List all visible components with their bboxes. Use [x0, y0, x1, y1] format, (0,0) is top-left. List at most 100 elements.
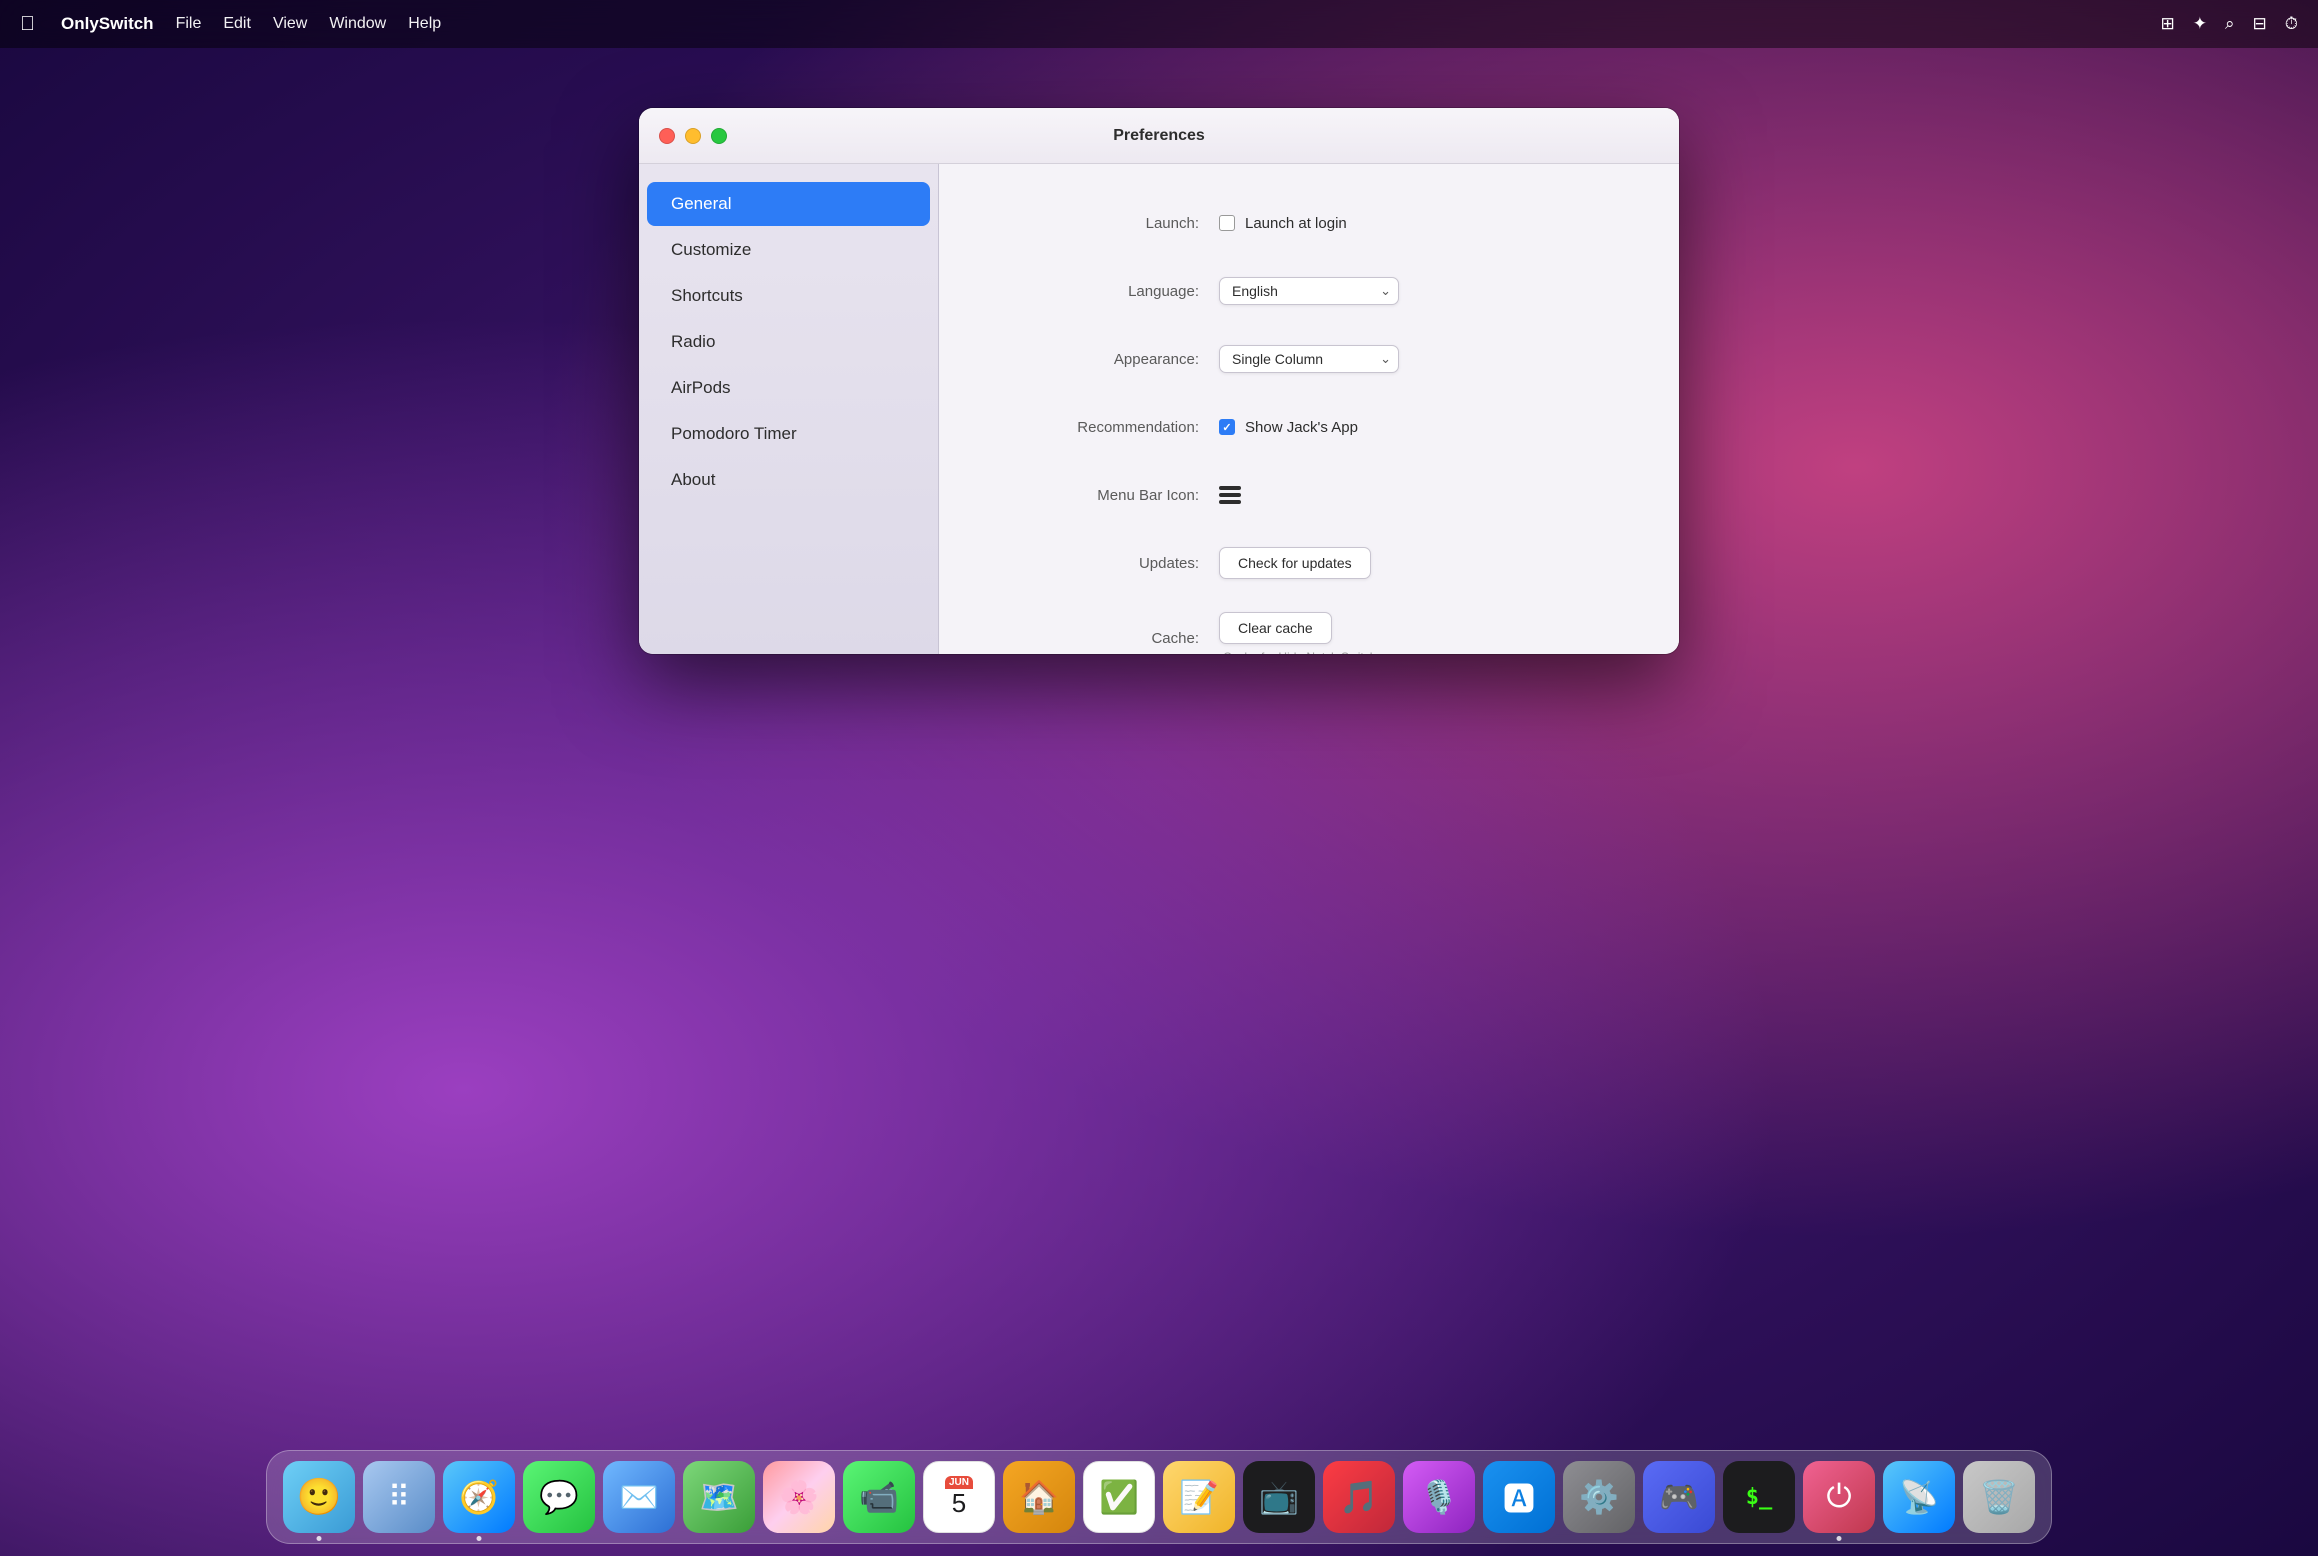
dock-icon-messages[interactable]: 💬 [523, 1461, 595, 1533]
menu-window[interactable]: Window [329, 15, 386, 33]
dock-icon-trash[interactable]: 🗑️ [1963, 1461, 2035, 1533]
dock-icon-facetime[interactable]: 📹 [843, 1461, 915, 1533]
language-select-wrapper: English Chinese French German Japanese K… [1219, 277, 1399, 305]
recommendation-checkbox[interactable] [1219, 419, 1235, 435]
sidebar-item-customize[interactable]: Customize [647, 228, 930, 272]
menubar-icon-bar-2 [1219, 493, 1241, 497]
dock-icon-calendar[interactable]: JUN 5 [923, 1461, 995, 1533]
cache-row: Cache: Clear cache Cache for Hide Notch … [999, 612, 1619, 654]
control-center-icon[interactable]: ⊞ [2160, 14, 2174, 34]
window-body: General Customize Shortcuts Radio AirPod… [639, 164, 1679, 654]
clock-icon: ⏱ [2285, 14, 2298, 34]
recommendation-row: Recommendation: Show Jack's App [999, 408, 1619, 446]
switches-icon[interactable]: ⊟ [2252, 14, 2266, 34]
finder-dot [317, 1536, 322, 1541]
menu-help[interactable]: Help [408, 15, 441, 33]
main-content: Launch: Launch at login Language: Englis… [939, 164, 1679, 654]
dock-icon-reminders[interactable]: ✅ [1083, 1461, 1155, 1533]
dock-icon-notes[interactable]: 📝 [1163, 1461, 1235, 1533]
launch-label: Launch: [999, 215, 1199, 232]
maximize-button[interactable] [711, 128, 727, 144]
dock: 🙂 ⠿ 🧭 💬 ✉️ 🗺️ 🌸 📹 JUN 5 🏠 ✅ [266, 1450, 2052, 1544]
dock-icon-systemprefs[interactable]: ⚙️ [1563, 1461, 1635, 1533]
language-row: Language: English Chinese French German … [999, 272, 1619, 310]
sidebar-item-about[interactable]: About [647, 458, 930, 502]
maps-icon: 🗺️ [699, 1478, 739, 1516]
dock-icon-maps[interactable]: 🗺️ [683, 1461, 755, 1533]
airdrop-icon: 📡 [1899, 1478, 1939, 1516]
menubar-icon-preview [1219, 486, 1241, 504]
sidebar-item-airpods[interactable]: AirPods [647, 366, 930, 410]
appearance-select-wrapper: Single Column Double Column ⌄ [1219, 345, 1399, 373]
recommendation-label: Recommendation: [999, 419, 1199, 436]
safari-icon: 🧭 [459, 1478, 499, 1516]
appletv-icon: 📺 [1259, 1478, 1299, 1516]
launch-row: Launch: Launch at login [999, 204, 1619, 242]
sidebar-item-general[interactable]: General [647, 182, 930, 226]
close-button[interactable] [659, 128, 675, 144]
menu-bar-right: ⊞ ✦ ⌕ ⊟ ⏱ [2160, 14, 2298, 34]
music-icon: 🎵 [1339, 1478, 1379, 1516]
launch-checkbox-label: Launch at login [1245, 215, 1347, 232]
safari-dot [477, 1536, 482, 1541]
updates-row: Updates: Check for updates [999, 544, 1619, 582]
onlyswitch-dock-icon: ⏻ [1826, 1478, 1851, 1516]
menu-bar-app-name[interactable]: OnlySwitch [61, 14, 154, 34]
appstore-icon: 🅰 [1503, 1474, 1535, 1520]
dock-icon-photos[interactable]: 🌸 [763, 1461, 835, 1533]
window-titlebar: Preferences [639, 108, 1679, 164]
dock-icon-mail[interactable]: ✉️ [603, 1461, 675, 1533]
menubar-icon-label: Menu Bar Icon: [999, 487, 1199, 504]
check-updates-button[interactable]: Check for updates [1219, 547, 1371, 579]
clear-cache-button[interactable]: Clear cache [1219, 612, 1332, 644]
appearance-select[interactable]: Single Column Double Column [1219, 345, 1399, 373]
dock-icon-onlyswitch[interactable]: ⏻ [1803, 1461, 1875, 1533]
minimize-button[interactable] [685, 128, 701, 144]
dock-icon-terminal[interactable]: $_ [1723, 1461, 1795, 1533]
language-select[interactable]: English Chinese French German Japanese K… [1219, 277, 1399, 305]
menu-bar-left:  OnlySwitch File Edit View Window Help [20, 13, 441, 36]
dock-icon-music[interactable]: 🎵 [1323, 1461, 1395, 1533]
appearance-label: Appearance: [999, 351, 1199, 368]
launchpad-icon: ⠿ [388, 1480, 410, 1515]
dock-icon-podcasts[interactable]: 🎙️ [1403, 1461, 1475, 1533]
recommendation-checkbox-label: Show Jack's App [1245, 419, 1358, 436]
apple-menu-icon[interactable]:  [20, 13, 35, 36]
podcasts-icon: 🎙️ [1419, 1478, 1459, 1516]
home-icon: 🏠 [1019, 1478, 1059, 1516]
launch-checkbox[interactable] [1219, 215, 1235, 231]
menu-edit[interactable]: Edit [223, 15, 251, 33]
cache-control: Clear cache Cache for Hide Notch Switch [1219, 612, 1376, 654]
calendar-day: 5 [945, 1489, 973, 1518]
updates-label: Updates: [999, 555, 1199, 572]
menu-file[interactable]: File [176, 15, 202, 33]
dock-icon-home[interactable]: 🏠 [1003, 1461, 1075, 1533]
systemprefs-icon: ⚙️ [1579, 1478, 1619, 1516]
sidebar-item-radio[interactable]: Radio [647, 320, 930, 364]
appearance-control: Single Column Double Column ⌄ [1219, 345, 1399, 373]
photos-icon: 🌸 [779, 1478, 819, 1516]
appearance-row: Appearance: Single Column Double Column … [999, 340, 1619, 378]
dock-icon-arcade[interactable]: 🎮 [1643, 1461, 1715, 1533]
onlyswitch-dot [1837, 1536, 1842, 1541]
dock-icon-launchpad[interactable]: ⠿ [363, 1461, 435, 1533]
sidebar-item-pomodoro[interactable]: Pomodoro Timer [647, 412, 930, 456]
dock-icon-appletv[interactable]: 📺 [1243, 1461, 1315, 1533]
dock-icon-appstore[interactable]: 🅰 [1483, 1461, 1555, 1533]
siri-icon[interactable]: ✦ [2193, 14, 2207, 34]
launch-control: Launch at login [1219, 215, 1347, 232]
facetime-icon: 📹 [859, 1478, 899, 1516]
cache-label: Cache: [999, 630, 1199, 647]
menu-bar:  OnlySwitch File Edit View Window Help … [0, 0, 2318, 48]
cache-hint-text: Cache for Hide Notch Switch [1223, 650, 1376, 654]
sidebar-item-shortcuts[interactable]: Shortcuts [647, 274, 930, 318]
dock-icon-airdrop[interactable]: 📡 [1883, 1461, 1955, 1533]
terminal-icon: $_ [1746, 1485, 1773, 1510]
window-controls [659, 128, 727, 144]
trash-icon: 🗑️ [1979, 1478, 2019, 1516]
menu-view[interactable]: View [273, 15, 307, 33]
spotlight-icon[interactable]: ⌕ [2225, 14, 2235, 34]
dock-icon-safari[interactable]: 🧭 [443, 1461, 515, 1533]
menubar-icon-control [1219, 486, 1241, 504]
dock-icon-finder[interactable]: 🙂 [283, 1461, 355, 1533]
